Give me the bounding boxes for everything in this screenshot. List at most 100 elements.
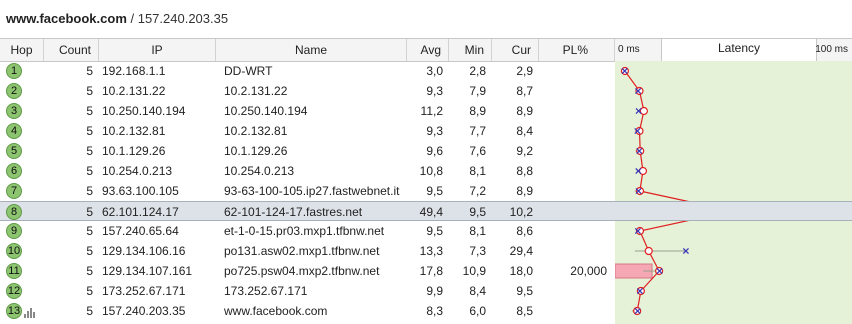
cell-avg: 9,9 [426, 284, 443, 298]
hop-number-badge: 5 [6, 143, 22, 159]
cell-min: 8,4 [469, 284, 486, 298]
hop-number-badge: 4 [6, 123, 22, 139]
cell-cur: 9,2 [516, 144, 533, 158]
cell-avg: 9,5 [426, 224, 443, 238]
cell-cur: 8,9 [516, 184, 533, 198]
cell-ip: 192.168.1.1 [102, 64, 166, 78]
cell-ip: 10.250.140.194 [102, 104, 186, 118]
cell-pl [539, 61, 607, 81]
cell-pl [539, 221, 607, 241]
table-row[interactable]: 1 5 192.168.1.1 DD-WRT 3,0 2,8 2,9 [0, 61, 852, 81]
latency-max-label: 100 ms [815, 44, 848, 55]
cell-count: 5 [86, 64, 93, 78]
cell-min: 8,1 [469, 164, 486, 178]
cell-cur: 10,2 [509, 205, 533, 219]
cell-count: 5 [86, 284, 93, 298]
cell-avg: 49,4 [419, 205, 443, 219]
table-row[interactable]: 2 5 10.2.131.22 10.2.131.22 9,3 7,9 8,7 [0, 81, 852, 101]
cell-name: po131.asw02.mxp1.tfbnw.net [224, 244, 380, 258]
cell-ip: 62.101.124.17 [102, 205, 179, 219]
cell-pl [539, 161, 607, 181]
cell-ip: 129.134.107.161 [102, 264, 193, 278]
cell-count: 5 [86, 144, 93, 158]
col-latency[interactable]: 0 ms Latency 100 ms [615, 38, 852, 61]
cell-ip: 10.1.129.26 [102, 144, 166, 158]
cell-cur: 29,4 [509, 244, 533, 258]
table-row[interactable]: 9 5 157.240.65.64 et-1-0-15.pr03.mxp1.tfbnw… [0, 221, 852, 241]
cell-avg: 11,2 [420, 104, 443, 118]
table-row[interactable]: 12 5 173.252.67.171 173.252.67.171 9,9 8,4 9,5 [0, 281, 852, 301]
col-pl[interactable]: PL% [539, 39, 615, 61]
table-row[interactable]: 13 5 157.240.203.35 www.facebook.com 8,3 6,0 8… [0, 301, 852, 321]
cell-name: po725.psw04.mxp2.tfbnw.net [224, 264, 380, 278]
table-row[interactable]: 7 5 93.63.100.105 93-63-100-105.ip27.fastwe… [0, 181, 852, 201]
column-header: Hop Count IP Name Avg Min Cur PL% 0 ms L… [0, 38, 852, 62]
latency-min-label: 0 ms [618, 44, 640, 55]
cell-name: 10.254.0.213 [224, 164, 295, 178]
cell-cur: 18,0 [509, 264, 533, 278]
cell-min: 8,1 [469, 224, 486, 238]
table-row[interactable]: 8 5 62.101.124.17 62-101-124-17.fastres.net… [0, 201, 852, 221]
cell-avg: 17,8 [419, 264, 443, 278]
cell-ip: 157.240.65.64 [102, 224, 179, 238]
cell-count: 5 [86, 304, 93, 318]
cell-pl [539, 281, 607, 301]
col-ip[interactable]: IP [99, 39, 216, 61]
col-min[interactable]: Min [449, 39, 492, 61]
cell-cur: 8,5 [516, 304, 533, 318]
cell-count: 5 [86, 104, 93, 118]
cell-min: 7,2 [469, 184, 486, 198]
hop-number-badge: 6 [6, 163, 22, 179]
latency-title: Latency [661, 38, 817, 61]
target-host: www.facebook.com [6, 11, 127, 26]
cell-cur: 8,8 [516, 164, 533, 178]
col-cur[interactable]: Cur [492, 39, 539, 61]
cell-min: 7,6 [469, 144, 486, 158]
cell-pl [539, 81, 607, 101]
cell-cur: 8,6 [516, 224, 533, 238]
table-row[interactable]: 4 5 10.2.132.81 10.2.132.81 9,3 7,7 8,4 [0, 121, 852, 141]
title-bar: www.facebook.com / 157.240.203.35 [0, 0, 852, 37]
cell-count: 5 [86, 205, 93, 219]
cell-cur: 2,9 [516, 64, 533, 78]
signal-bars-icon [24, 308, 36, 318]
cell-min: 9,5 [469, 205, 486, 219]
table-row[interactable]: 10 5 129.134.106.16 po131.asw02.mxp1.tfbnw.… [0, 241, 852, 261]
cell-min: 6,0 [469, 304, 486, 318]
window-title: www.facebook.com / 157.240.203.35 [6, 11, 228, 26]
table-row[interactable]: 6 5 10.254.0.213 10.254.0.213 10,8 8,1 8,8 [0, 161, 852, 181]
cell-avg: 8,3 [426, 304, 443, 318]
cell-pl: 20,000 [570, 264, 607, 278]
cell-avg: 13,3 [419, 244, 443, 258]
cell-count: 5 [86, 244, 93, 258]
col-hop[interactable]: Hop [0, 39, 44, 61]
cell-name: www.facebook.com [224, 304, 328, 318]
cell-min: 8,9 [469, 104, 486, 118]
target-ip: / 157.240.203.35 [126, 11, 229, 26]
cell-avg: 10,8 [419, 164, 443, 178]
cell-avg: 9,5 [426, 184, 443, 198]
cell-name: 10.250.140.194 [224, 104, 308, 118]
hop-number-badge: 2 [6, 83, 22, 99]
col-name[interactable]: Name [216, 39, 407, 61]
cell-count: 5 [86, 84, 93, 98]
cell-cur: 9,5 [516, 284, 533, 298]
cell-min: 7,3 [469, 244, 486, 258]
table-row[interactable]: 5 5 10.1.129.26 10.1.129.26 9,6 7,6 9,2 [0, 141, 852, 161]
cell-pl [539, 241, 607, 261]
cell-ip: 129.134.106.16 [102, 244, 186, 258]
cell-avg: 9,3 [426, 124, 443, 138]
table-row[interactable]: 3 5 10.250.140.194 10.250.140.194 11,2 8,9 8,9 [0, 101, 852, 121]
hop-number-badge: 10 [6, 243, 22, 259]
col-count[interactable]: Count [44, 39, 99, 61]
cell-avg: 9,3 [426, 84, 443, 98]
cell-name: DD-WRT [224, 64, 273, 78]
cell-ip: 10.254.0.213 [102, 164, 173, 178]
col-avg[interactable]: Avg [407, 39, 449, 61]
cell-name: et-1-0-15.pr03.mxp1.tfbnw.net [224, 224, 385, 238]
cell-ip: 93.63.100.105 [102, 184, 179, 198]
table-row[interactable]: 11 5 129.134.107.161 po725.psw04.mxp2.tfbnw… [0, 261, 852, 281]
cell-pl [539, 141, 607, 161]
cell-min: 10,9 [462, 264, 486, 278]
cell-min: 7,7 [469, 124, 486, 138]
